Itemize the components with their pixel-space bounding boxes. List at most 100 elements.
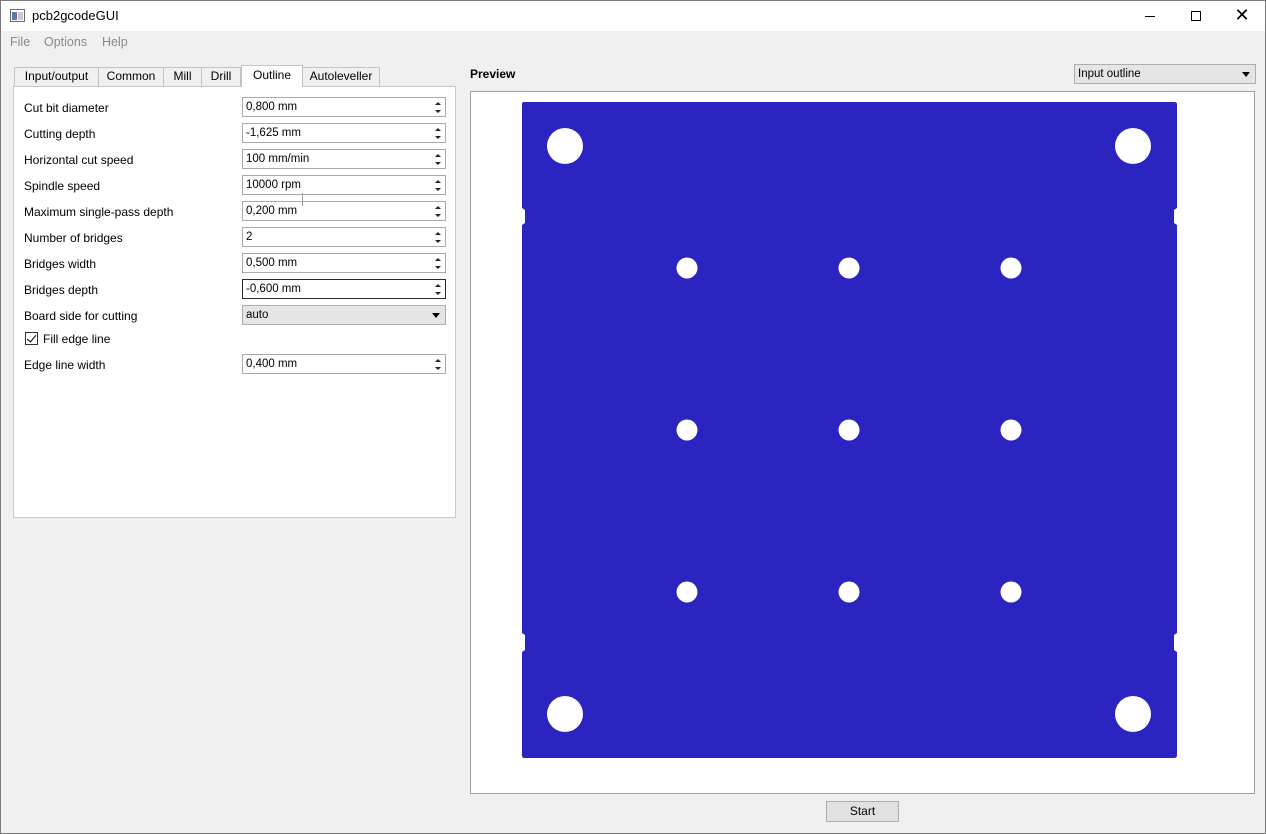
maximize-icon xyxy=(1191,11,1201,21)
tab-common[interactable]: Common xyxy=(98,67,164,86)
spin-up-button[interactable] xyxy=(431,255,444,263)
spin-down-button[interactable] xyxy=(431,289,444,297)
arrow-up-icon xyxy=(434,101,441,105)
spin-arrows xyxy=(431,356,444,372)
arrow-down-icon xyxy=(434,291,441,295)
board-preview xyxy=(522,102,1177,758)
board-side-value: auto xyxy=(246,309,269,321)
cut-bit-diameter-spinbox[interactable]: 0,800 mm xyxy=(242,97,446,117)
app-icon xyxy=(10,9,25,22)
outline-settings-panel: Cut bit diameter 0,800 mm Cutting depth … xyxy=(13,86,456,518)
arrow-up-icon xyxy=(434,231,441,235)
tab-input-output[interactable]: Input/output xyxy=(14,67,99,86)
start-button[interactable]: Start xyxy=(826,801,899,822)
close-button[interactable]: ✕ xyxy=(1219,1,1265,31)
max-single-pass-depth-spinbox[interactable]: 0,200 mm xyxy=(242,201,446,221)
drill-hole xyxy=(838,257,860,279)
maximize-button[interactable] xyxy=(1173,1,1219,31)
menu-options[interactable]: Options xyxy=(44,35,87,49)
arrow-down-icon xyxy=(434,135,441,139)
drill-hole xyxy=(676,581,698,603)
spin-down-button[interactable] xyxy=(431,107,444,115)
fill-edge-line-checkbox[interactable] xyxy=(25,332,38,345)
spindle-speed-label: Spindle speed xyxy=(24,179,101,193)
bridges-depth-spinbox[interactable]: -0,600 mm xyxy=(242,279,446,299)
spin-up-button[interactable] xyxy=(431,151,444,159)
board-side-select[interactable]: auto xyxy=(242,305,446,325)
preview-view-select[interactable]: Input outline xyxy=(1074,64,1256,84)
spin-arrows xyxy=(431,99,444,115)
spin-up-button[interactable] xyxy=(431,203,444,211)
edge-line-width-spinbox[interactable]: 0,400 mm xyxy=(242,354,446,374)
spin-down-button[interactable] xyxy=(431,364,444,372)
spin-up-button[interactable] xyxy=(431,177,444,185)
spin-up-button[interactable] xyxy=(431,125,444,133)
chevron-down-icon xyxy=(1242,72,1250,77)
tab-mill[interactable]: Mill xyxy=(163,67,202,86)
bridges-depth-value: -0,600 mm xyxy=(246,283,301,295)
arrow-down-icon xyxy=(434,161,441,165)
tab-drill[interactable]: Drill xyxy=(201,67,241,86)
spin-arrows xyxy=(431,177,444,193)
bridges-width-spinbox[interactable]: 0,500 mm xyxy=(242,253,446,273)
app-window: pcb2gcodeGUI ✕ File Options Help Input/o… xyxy=(0,0,1266,834)
cut-bit-diameter-label: Cut bit diameter xyxy=(24,101,109,115)
preview-title: Preview xyxy=(470,67,516,81)
tab-autoleveller[interactable]: Autoleveller xyxy=(302,67,380,86)
bridges-width-value: 0,500 mm xyxy=(246,257,298,269)
arrow-down-icon xyxy=(434,265,441,269)
arrow-down-icon xyxy=(434,187,441,191)
mount-hole xyxy=(1115,128,1151,164)
edge-line-width-label: Edge line width xyxy=(24,358,106,372)
number-of-bridges-label: Number of bridges xyxy=(24,231,123,245)
preview-canvas[interactable] xyxy=(470,91,1255,794)
menu-bar: File Options Help xyxy=(1,31,1265,53)
preview-view-value: Input outline xyxy=(1078,68,1141,80)
spin-arrows xyxy=(431,255,444,271)
window-title: pcb2gcodeGUI xyxy=(32,8,119,23)
drill-hole xyxy=(1000,581,1022,603)
edge-line-width-value: 0,400 mm xyxy=(246,358,298,370)
spin-down-button[interactable] xyxy=(431,211,444,219)
spin-arrows xyxy=(431,229,444,245)
minimize-button[interactable] xyxy=(1127,1,1173,31)
mount-hole xyxy=(547,128,583,164)
spin-down-button[interactable] xyxy=(431,237,444,245)
drill-hole xyxy=(1000,419,1022,441)
mount-hole xyxy=(1115,696,1151,732)
number-of-bridges-spinbox[interactable]: 2 xyxy=(242,227,446,247)
cutting-depth-spinbox[interactable]: -1,625 mm xyxy=(242,123,446,143)
spin-up-button[interactable] xyxy=(431,356,444,364)
spin-down-button[interactable] xyxy=(431,263,444,271)
drill-hole xyxy=(838,581,860,603)
cut-bit-diameter-value: 0,800 mm xyxy=(246,101,298,113)
menu-help[interactable]: Help xyxy=(102,35,128,49)
spindle-speed-spinbox[interactable]: 10000 rpm xyxy=(242,175,446,195)
chevron-down-icon xyxy=(432,313,440,318)
arrow-up-icon xyxy=(434,283,441,287)
spin-up-button[interactable] xyxy=(431,229,444,237)
drill-hole xyxy=(676,419,698,441)
mount-hole xyxy=(547,696,583,732)
horizontal-cut-speed-value: 100 mm/min xyxy=(246,153,310,165)
menu-file[interactable]: File xyxy=(10,35,30,49)
arrow-up-icon xyxy=(434,153,441,157)
fill-edge-line-label[interactable]: Fill edge line xyxy=(43,332,110,346)
spin-up-button[interactable] xyxy=(431,281,444,289)
arrow-down-icon xyxy=(434,109,441,113)
tab-outline[interactable]: Outline xyxy=(241,65,303,87)
arrow-down-icon xyxy=(434,366,441,370)
spindle-speed-value: 10000 rpm xyxy=(246,179,301,191)
bridges-depth-label: Bridges depth xyxy=(24,283,99,297)
max-single-pass-depth-label: Maximum single-pass depth xyxy=(24,205,174,219)
drill-hole xyxy=(1000,257,1022,279)
horizontal-cut-speed-spinbox[interactable]: 100 mm/min xyxy=(242,149,446,169)
drill-hole xyxy=(838,419,860,441)
bridges-width-label: Bridges width xyxy=(24,257,97,271)
arrow-down-icon xyxy=(434,239,441,243)
spin-down-button[interactable] xyxy=(431,159,444,167)
spin-up-button[interactable] xyxy=(431,99,444,107)
arrow-up-icon xyxy=(434,205,441,209)
spin-down-button[interactable] xyxy=(431,133,444,141)
spin-down-button[interactable] xyxy=(431,185,444,193)
